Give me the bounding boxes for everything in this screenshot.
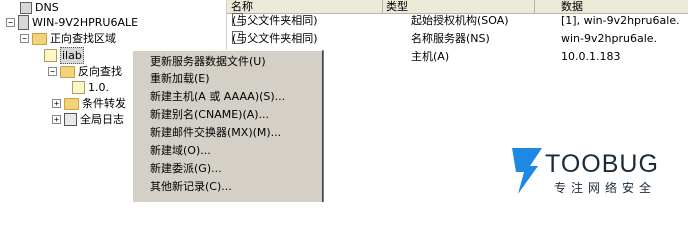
expand-icon[interactable]: + [52,99,61,108]
tree-label-conditional: 条件转发 [82,97,126,110]
tree-item-ilab-zone[interactable]: ilab [44,47,84,64]
column-header: 名称 类型 数据 [227,0,688,14]
tree-label-dns: DNS [35,1,59,14]
table-row[interactable]: (与父文件夹相同) 名称服务器(NS) win-9v2hpru6ale. [227,31,688,47]
tree-label-reverse-child: 1.0. [88,81,109,94]
tree-item-reverse-zones[interactable]: − 反向查找 [48,64,122,79]
menu-item-reload[interactable]: 重新加载(E) [150,70,210,87]
menu-item-new-domain[interactable]: 新建域(O)... [150,142,211,159]
zone-icon [72,81,85,94]
record-data: [1], win-9v2hpru6ale. [561,14,680,27]
dns-root-icon [20,1,32,14]
menu-item-new-delegation[interactable]: 新建委派(G)... [150,160,222,177]
context-menu: 更新服务器数据文件(U) 重新加载(E) 新建主机(A 或 AAAA)(S)..… [132,50,323,202]
folder-icon [60,65,75,78]
menu-item-new-alias[interactable]: 新建别名(CNAME)(A)... [150,106,269,123]
folder-icon [32,32,47,45]
column-name[interactable]: 名称 [227,0,383,13]
column-data[interactable]: 数据 [557,0,688,13]
tree-item-forward-zones[interactable]: − 正向查找区域 [20,31,116,46]
tree-item-global-logs[interactable]: + 全局日志 [52,112,124,127]
table-row[interactable]: (与父文件夹相同) 起始授权机构(SOA) [1], win-9v2hpru6a… [227,13,688,29]
log-icon [64,113,77,126]
menu-item-new-host[interactable]: 新建主机(A 或 AAAA)(S)... [150,88,285,105]
collapse-icon[interactable]: − [20,34,29,43]
tree-label-reverse: 反向查找 [78,65,122,78]
expand-icon[interactable]: + [52,115,61,124]
zone-icon [44,49,57,62]
record-data: win-9v2hpru6ale. [561,32,658,45]
tree-item-conditional-forwarders[interactable]: + 条件转发 [52,96,126,111]
server-icon [18,15,29,30]
tree-label-forward: 正向查找区域 [50,32,116,45]
tree-label-global-logs: 全局日志 [80,113,124,126]
menu-item-other-records[interactable]: 其他新记录(C)... [150,178,232,195]
record-name: (与父文件夹相同) [232,32,318,45]
record-data: 10.0.1.183 [561,50,621,63]
record-type: 主机(A) [411,50,450,63]
watermark-brand: TOOBUG [545,150,659,178]
menu-item-update-data-file[interactable]: 更新服务器数据文件(U) [150,53,266,70]
tree-label-server: WIN-9V2HPRU6ALE [32,16,139,29]
tree-item-dns[interactable]: DNS [20,0,59,15]
watermark-tagline: 专注网络安全 [554,181,657,195]
tree-item-reverse-zone[interactable]: 1.0. [72,80,109,95]
record-type: 起始授权机构(SOA) [411,14,509,27]
tree-item-server[interactable]: − WIN-9V2HPRU6ALE [6,15,138,30]
folder-icon [64,97,79,110]
record-name: (与父文件夹相同) [232,14,318,27]
tree-label-ilab: ilab [60,47,84,64]
collapse-icon[interactable]: − [48,67,57,76]
column-type[interactable]: 类型 [382,0,535,13]
record-type: 名称服务器(NS) [411,32,490,45]
menu-item-new-mx[interactable]: 新建邮件交换器(MX)(M)... [150,124,281,141]
collapse-icon[interactable]: − [6,18,15,27]
